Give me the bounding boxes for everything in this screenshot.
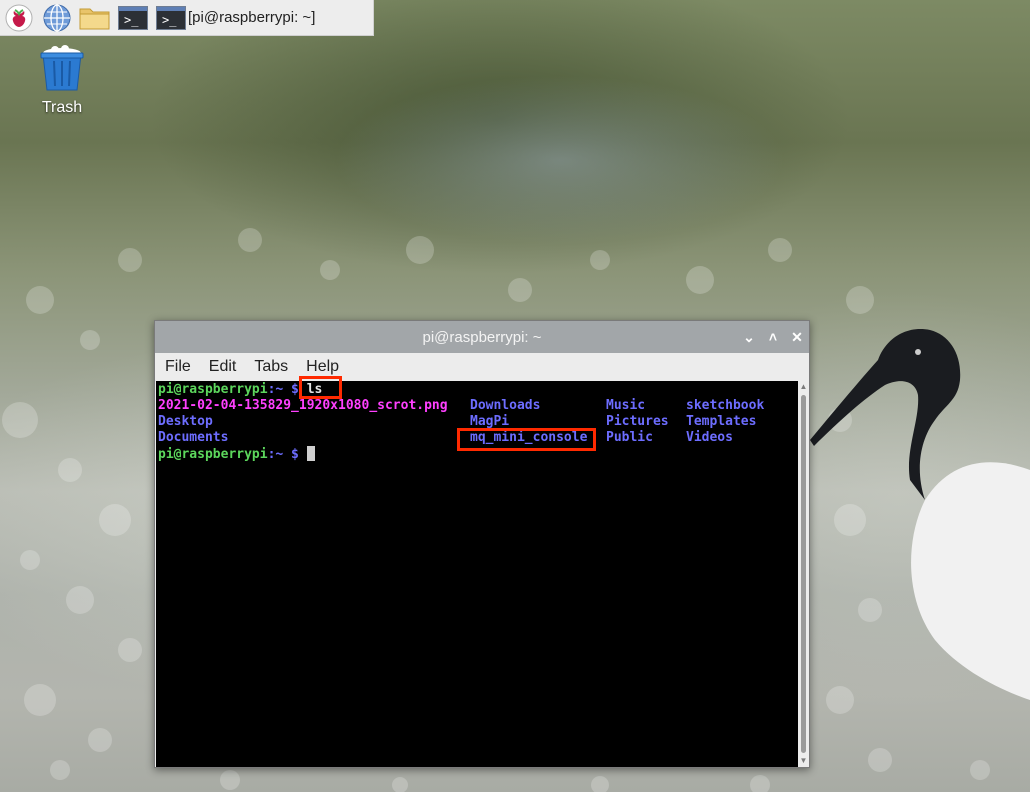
scroll-down-arrow-icon[interactable]: ▼ — [798, 755, 809, 767]
menu-help[interactable]: Help — [297, 358, 348, 376]
top-panel: >_ >_ [pi@raspberrypi: ~] — [0, 0, 374, 36]
maximize-button[interactable]: ˄ — [763, 327, 783, 347]
trash-label: Trash — [41, 99, 83, 116]
listing-dir-desktop: Desktop — [158, 414, 213, 429]
chevron-down-icon: ⌄ — [743, 328, 755, 345]
listing-dir-pictures: Pictures — [606, 414, 669, 429]
menu-edit[interactable]: Edit — [200, 358, 246, 376]
prompt-path: :~ $ — [267, 382, 299, 397]
terminal-launcher-icon: >_ — [118, 5, 148, 30]
scrollbar-thumb[interactable] — [801, 395, 806, 753]
raspberry-menu-button[interactable] — [0, 0, 38, 35]
scroll-up-arrow-icon[interactable]: ▲ — [798, 381, 809, 393]
listing-dir-downloads: Downloads — [470, 398, 541, 413]
listing-dir-sketchbook: sketchbook — [686, 398, 765, 413]
taskbar-task-terminal[interactable]: >_ [pi@raspberrypi: ~] — [152, 0, 315, 35]
terminal-output[interactable]: pi@raspberrypi:~ $ ls 2021-02-04-135829_… — [156, 381, 798, 767]
minimize-button[interactable]: ⌄ — [739, 327, 759, 347]
listing-file-screenshot: 2021-02-04-135829_1920x1080_scrot.png — [158, 398, 448, 413]
web-browser-button[interactable] — [38, 0, 76, 35]
terminal-task-icon: >_ — [156, 5, 186, 30]
close-button[interactable]: ✕ — [787, 327, 807, 347]
terminal-window: pi@raspberrypi: ~ ⌄ ˄ ✕ File Edit Tabs H… — [154, 320, 810, 768]
terminal-scrollbar[interactable]: ▲ ▼ — [798, 381, 809, 767]
menu-tabs[interactable]: Tabs — [245, 358, 297, 376]
listing-dir-magpi: MagPi — [470, 414, 510, 429]
file-manager-icon — [79, 8, 110, 29]
desktop-trash[interactable]: Trash — [30, 44, 94, 117]
prompt-user-2: pi@raspberrypi — [158, 447, 268, 462]
listing-dir-videos: Videos — [686, 430, 733, 445]
raspberry-menu-icon — [5, 4, 33, 31]
terminal-line-prompt: pi@raspberrypi:~ $ — [158, 446, 315, 463]
listing-dir-templates: Templates — [686, 414, 757, 429]
trash-icon — [40, 45, 84, 91]
menu-bar: File Edit Tabs Help — [155, 353, 809, 381]
web-browser-icon — [43, 3, 71, 32]
listing-dir-mq-mini-console: mq_mini_console — [470, 430, 588, 445]
listing-dir-music: Music — [606, 398, 646, 413]
window-title: pi@raspberrypi: ~ — [422, 328, 542, 346]
taskbar-task-label: [pi@raspberrypi: ~] — [188, 9, 316, 26]
listing-dir-documents: Documents — [158, 430, 229, 445]
chevron-up-icon: ˄ — [768, 329, 778, 345]
file-manager-button[interactable] — [76, 0, 114, 35]
typed-command: ls — [306, 382, 323, 397]
prompt-path-2: :~ $ — [267, 447, 299, 462]
menu-file[interactable]: File — [155, 358, 200, 376]
terminal-line-command: pi@raspberrypi:~ $ ls — [158, 382, 322, 398]
ibis-bird — [810, 329, 1030, 700]
listing-dir-public: Public — [606, 430, 653, 445]
prompt-user: pi@raspberrypi — [158, 382, 268, 397]
terminal-cursor — [306, 446, 315, 461]
terminal-launcher-button[interactable]: >_ — [114, 0, 152, 35]
window-titlebar[interactable]: pi@raspberrypi: ~ ⌄ ˄ ✕ — [155, 321, 809, 353]
close-icon: ✕ — [791, 328, 803, 345]
